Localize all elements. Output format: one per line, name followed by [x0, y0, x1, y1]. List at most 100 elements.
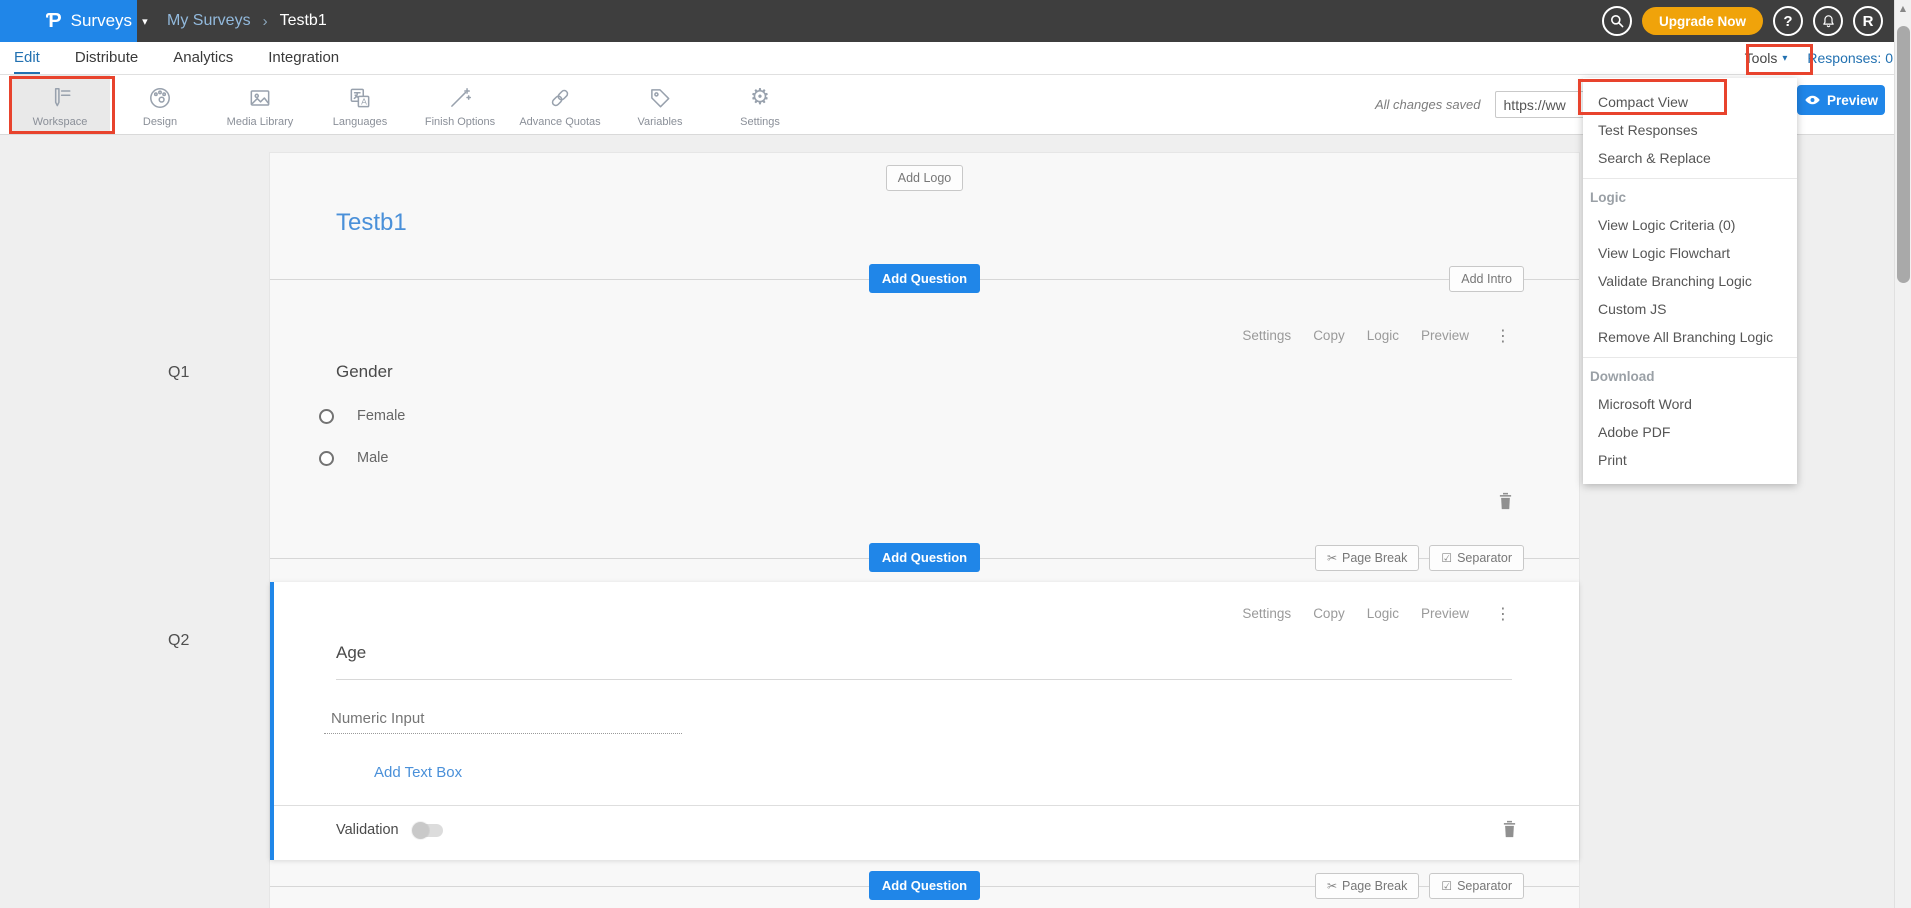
search-button[interactable] — [1602, 6, 1632, 36]
help-button[interactable]: ? — [1773, 6, 1803, 36]
q2-copy-link[interactable]: Copy — [1313, 606, 1345, 621]
responses-count[interactable]: Responses: 0 — [1807, 50, 1893, 66]
notifications-button[interactable] — [1813, 6, 1843, 36]
q1-title[interactable]: Gender — [336, 362, 1513, 382]
svg-text:A: A — [361, 97, 367, 107]
menu-item-view-logic-flowchart[interactable]: View Logic Flowchart — [1583, 239, 1797, 267]
q1-delete-trash-icon[interactable] — [1498, 492, 1513, 510]
preview-button[interactable]: Preview — [1797, 85, 1885, 115]
q1-radio-female[interactable] — [319, 409, 334, 424]
add-question-row-3: Add Question ✂Page Break ☑Separator — [270, 872, 1579, 899]
menu-section-download: Download — [1583, 364, 1797, 390]
tab-distribute[interactable]: Distribute — [75, 42, 138, 74]
menu-item-search-replace[interactable]: Search & Replace — [1583, 144, 1797, 172]
q2-numeric-input[interactable] — [324, 710, 682, 734]
page-break-button[interactable]: ✂Page Break — [1315, 545, 1419, 571]
menu-item-adobe-pdf[interactable]: Adobe PDF — [1583, 418, 1797, 446]
add-intro-button[interactable]: Add Intro — [1449, 266, 1524, 292]
q1-preview-link[interactable]: Preview — [1421, 328, 1469, 343]
add-question-button[interactable]: Add Question — [869, 264, 980, 293]
product-switcher[interactable]: Ƥ Surveys ▾ — [0, 0, 137, 42]
add-question-row-1: Add Question Add Intro — [270, 265, 1579, 292]
separator-button[interactable]: ☑Separator — [1429, 545, 1524, 571]
add-question-row-2: Add Question ✂Page Break ☑Separator — [270, 544, 1579, 571]
palette-icon — [147, 85, 173, 111]
page-break-button[interactable]: ✂Page Break — [1315, 873, 1419, 899]
q1-actions: Settings Copy Logic Preview ⋮ — [270, 326, 1579, 345]
gear-icon: ⚙ — [747, 85, 773, 111]
breadcrumb-my-surveys[interactable]: My Surveys — [167, 12, 251, 30]
workspace-icon — [47, 85, 73, 111]
toolbar-item-variables[interactable]: Variables — [610, 75, 710, 134]
q2-title[interactable]: Age — [336, 643, 1512, 680]
q2-card-selected: Settings Copy Logic Preview ⋮ Age Add Te… — [270, 582, 1579, 860]
q1-logic-link[interactable]: Logic — [1367, 328, 1399, 343]
eye-icon — [1804, 93, 1821, 107]
caret-down-icon: ▾ — [142, 15, 148, 28]
q1-option-male-label[interactable]: Male — [357, 450, 388, 466]
avatar[interactable]: R — [1853, 6, 1883, 36]
separator-button[interactable]: ☑Separator — [1429, 873, 1524, 899]
add-text-box-link[interactable]: Add Text Box — [374, 764, 462, 781]
toggle-knob — [412, 822, 429, 839]
top-bar: Ƥ Surveys ▾ My Surveys › Testb1 Upgrade … — [0, 0, 1911, 42]
add-logo-button[interactable]: Add Logo — [886, 165, 964, 191]
q1-radio-male[interactable] — [319, 451, 334, 466]
proprofs-logo-icon: Ƥ — [46, 10, 62, 33]
q2-kebab-menu-icon[interactable]: ⋮ — [1495, 604, 1511, 623]
add-question-button[interactable]: Add Question — [869, 543, 980, 572]
toolbar-item-advance-quotas[interactable]: Advance Quotas — [510, 75, 610, 134]
question-mark-icon: ? — [1783, 13, 1792, 30]
menu-item-remove-all-branching-logic[interactable]: Remove All Branching Logic — [1583, 323, 1797, 351]
tab-edit[interactable]: Edit — [14, 42, 40, 74]
q2-settings-link[interactable]: Settings — [1242, 606, 1291, 621]
toolbar-item-settings[interactable]: ⚙ Settings — [710, 75, 810, 134]
menu-item-test-responses[interactable]: Test Responses — [1583, 116, 1797, 144]
scissors-icon: ✂ — [1327, 551, 1337, 565]
toolbar-item-design[interactable]: Design — [110, 75, 210, 134]
search-icon — [1609, 13, 1625, 29]
q1-option-female-label[interactable]: Female — [357, 408, 405, 424]
breadcrumb: My Surveys › Testb1 — [167, 12, 327, 30]
toolbar-item-media-library[interactable]: Media Library — [210, 75, 310, 134]
navrow-right: Tools ▾ Responses: 0 — [1745, 42, 1893, 74]
scrollbar-thumb[interactable] — [1897, 26, 1910, 283]
tab-analytics[interactable]: Analytics — [173, 42, 233, 74]
breadcrumb-current-survey: Testb1 — [280, 12, 327, 30]
q1-option-row: Male — [319, 450, 1579, 466]
topbar-actions: Upgrade Now ? R — [1602, 6, 1911, 36]
menu-item-validate-branching-logic[interactable]: Validate Branching Logic — [1583, 267, 1797, 295]
validation-toggle[interactable] — [413, 824, 443, 837]
question-number-q1: Q1 — [168, 364, 189, 382]
survey-title[interactable]: Testb1 — [336, 209, 1579, 237]
section-nav: Edit Distribute Analytics Integration To… — [0, 42, 1911, 75]
menu-item-compact-view[interactable]: Compact View — [1583, 88, 1797, 116]
avatar-initial: R — [1863, 13, 1874, 30]
breadcrumb-separator-icon: › — [263, 13, 268, 30]
q2-logic-link[interactable]: Logic — [1367, 606, 1399, 621]
q1-copy-link[interactable]: Copy — [1313, 328, 1345, 343]
q1-kebab-menu-icon[interactable]: ⋮ — [1495, 326, 1511, 345]
menu-item-microsoft-word[interactable]: Microsoft Word — [1583, 390, 1797, 418]
tab-integration[interactable]: Integration — [268, 42, 339, 74]
question-number-q2: Q2 — [168, 632, 189, 650]
scrollbar-up-arrow[interactable]: ▲ — [1895, 0, 1911, 16]
tools-dropdown-trigger[interactable]: Tools ▾ — [1745, 50, 1788, 66]
wand-icon — [447, 85, 473, 111]
validation-label: Validation — [336, 822, 399, 838]
q2-delete-trash-icon[interactable] — [1502, 820, 1517, 838]
menu-item-view-logic-criteria[interactable]: View Logic Criteria (0) — [1583, 211, 1797, 239]
toolbar-item-workspace[interactable]: Workspace — [10, 75, 110, 134]
menu-item-custom-js[interactable]: Custom JS — [1583, 295, 1797, 323]
survey-card: Add Logo Testb1 Add Question Add Intro S… — [269, 152, 1580, 908]
checkbox-icon: ☑ — [1441, 879, 1452, 893]
upgrade-now-button[interactable]: Upgrade Now — [1642, 7, 1763, 35]
q2-preview-link[interactable]: Preview — [1421, 606, 1469, 621]
q1-settings-link[interactable]: Settings — [1242, 328, 1291, 343]
menu-divider — [1583, 178, 1797, 179]
toolbar-item-finish-options[interactable]: Finish Options — [410, 75, 510, 134]
add-question-button[interactable]: Add Question — [869, 871, 980, 900]
menu-item-print[interactable]: Print — [1583, 446, 1797, 474]
tools-dropdown-menu: Compact View Test Responses Search & Rep… — [1583, 78, 1797, 484]
toolbar-item-languages[interactable]: A Languages — [310, 75, 410, 134]
